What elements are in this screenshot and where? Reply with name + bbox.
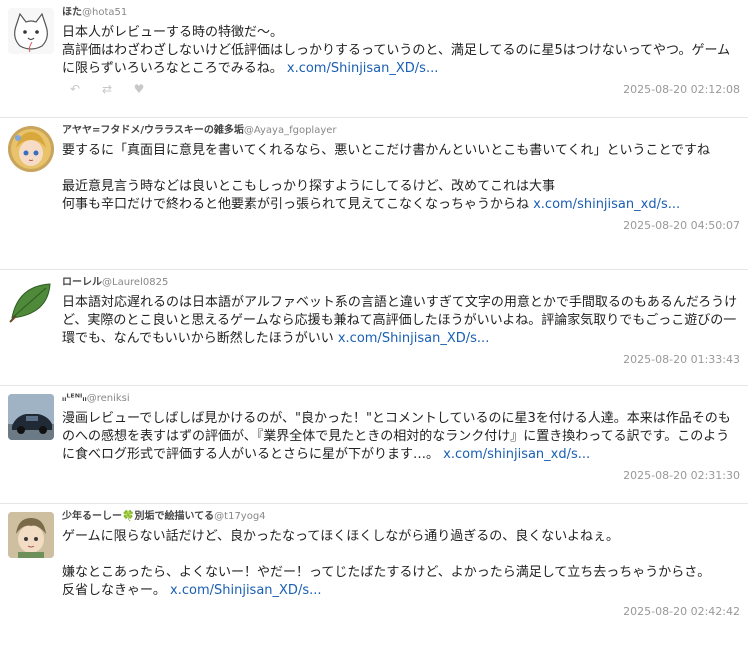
car-avatar[interactable]	[8, 394, 54, 440]
tweet-card: ᵢᵢᴸᴱᴺᴵᵢᵢ@reniksi 漫画レビューでしばしば見かけるのが、"良かった…	[0, 386, 748, 504]
author-handle[interactable]: @t17yog4	[214, 511, 265, 522]
tweet-footer: ↶ ⇄ ♥ 2025-08-20 02:12:08	[62, 80, 740, 100]
tweet-body: ゲームに限らない話だけど、良かったなってほくほくしながら通り過ぎるの、良くないよ…	[62, 529, 711, 598]
tweet-link[interactable]: x.com/Shinjisan_XD/s...	[338, 331, 489, 346]
tweet-actions: ↶ ⇄ ♥	[68, 82, 146, 96]
anime-girl-avatar[interactable]	[8, 126, 54, 172]
tweet-text: 漫画レビューでしばしば見かけるのが、"良かった！"とコメントしているのに星3を付…	[62, 410, 740, 464]
timestamp[interactable]: 2025-08-20 01:33:43	[623, 353, 740, 366]
tweet-footer: 2025-08-20 01:33:43	[62, 350, 740, 370]
author-name[interactable]: ほた	[62, 7, 82, 18]
leaf-avatar[interactable]	[8, 278, 54, 324]
tweet-header: アヤヤ=フタドメ/ウララスキーの雑多垢@Ayaya_fgoplayer	[62, 124, 740, 138]
tweet-link[interactable]: x.com/Shinjisan_XD/s...	[287, 61, 438, 76]
tweet-text: 要するに「真面目に意見を書いてくれるなら、悪いとこだけ書かんといいとこも書いてく…	[62, 142, 740, 214]
tweet-footer: 2025-08-20 02:31:30	[62, 466, 740, 486]
heart-icon[interactable]: ♥	[132, 82, 146, 96]
author-name[interactable]: 少年るーしー🍀別垢で絵描いてる	[62, 511, 214, 522]
timestamp[interactable]: 2025-08-20 02:42:42	[623, 605, 740, 618]
tweet-footer: 2025-08-20 04:50:07	[62, 216, 740, 236]
timestamp[interactable]: 2025-08-20 02:12:08	[623, 83, 740, 96]
tweet-header: ほた@hota51	[62, 6, 740, 20]
retweet-icon[interactable]: ⇄	[100, 82, 114, 96]
tweet-feed: ほた@hota51 日本人がレビューする時の特徴だ〜。 高評価はわざわざしないけ…	[0, 0, 748, 657]
tweet-card: アヤヤ=フタドメ/ウララスキーの雑多垢@Ayaya_fgoplayer 要するに…	[0, 118, 748, 270]
tweet-text: 日本語対応遅れるのは日本語がアルファベット系の言語と違いすぎて文字の用意とかで手…	[62, 294, 740, 348]
cat-sketch-avatar[interactable]	[8, 8, 54, 54]
tweet-card: ローレル@Laurel0825 日本語対応遅れるのは日本語がアルファベット系の言…	[0, 270, 748, 386]
tweet-header: ローレル@Laurel0825	[62, 276, 740, 290]
author-name[interactable]: ローレル	[62, 277, 102, 288]
timestamp[interactable]: 2025-08-20 04:50:07	[623, 219, 740, 232]
tweet-link[interactable]: x.com/Shinjisan_XD/s...	[170, 583, 321, 598]
tweet-link[interactable]: x.com/shinjisan_xd/s...	[443, 447, 590, 462]
anime-boy-avatar[interactable]	[8, 512, 54, 558]
author-handle[interactable]: @reniksi	[87, 393, 130, 404]
tweet-text: ゲームに限らない話だけど、良かったなってほくほくしながら通り過ぎるの、良くないよ…	[62, 528, 740, 600]
tweet-card: ほた@hota51 日本人がレビューする時の特徴だ〜。 高評価はわざわざしないけ…	[0, 0, 748, 118]
timestamp[interactable]: 2025-08-20 02:31:30	[623, 469, 740, 482]
author-handle[interactable]: @hota51	[82, 7, 127, 18]
tweet-body: 漫画レビューでしばしば見かけるのが、"良かった！"とコメントしているのに星3を付…	[62, 411, 731, 462]
author-handle[interactable]: @Ayaya_fgoplayer	[244, 125, 337, 136]
tweet-header: ᵢᵢᴸᴱᴺᴵᵢᵢ@reniksi	[62, 392, 740, 406]
author-name[interactable]: アヤヤ=フタドメ/ウララスキーの雑多垢	[62, 125, 244, 136]
author-handle[interactable]: @Laurel0825	[102, 277, 168, 288]
reply-icon[interactable]: ↶	[68, 82, 82, 96]
tweet-header: 少年るーしー🍀別垢で絵描いてる@t17yog4	[62, 510, 740, 524]
tweet-footer: 2025-08-20 02:42:42	[62, 602, 740, 622]
tweet-card: 少年るーしー🍀別垢で絵描いてる@t17yog4 ゲームに限らない話だけど、良かっ…	[0, 504, 748, 657]
tweet-text: 日本人がレビューする時の特徴だ〜。 高評価はわざわざしないけど低評価はしっかりす…	[62, 24, 740, 78]
author-name[interactable]: ᵢᵢᴸᴱᴺᴵᵢᵢ	[62, 393, 87, 404]
tweet-link[interactable]: x.com/shinjisan_xd/s...	[533, 197, 680, 212]
